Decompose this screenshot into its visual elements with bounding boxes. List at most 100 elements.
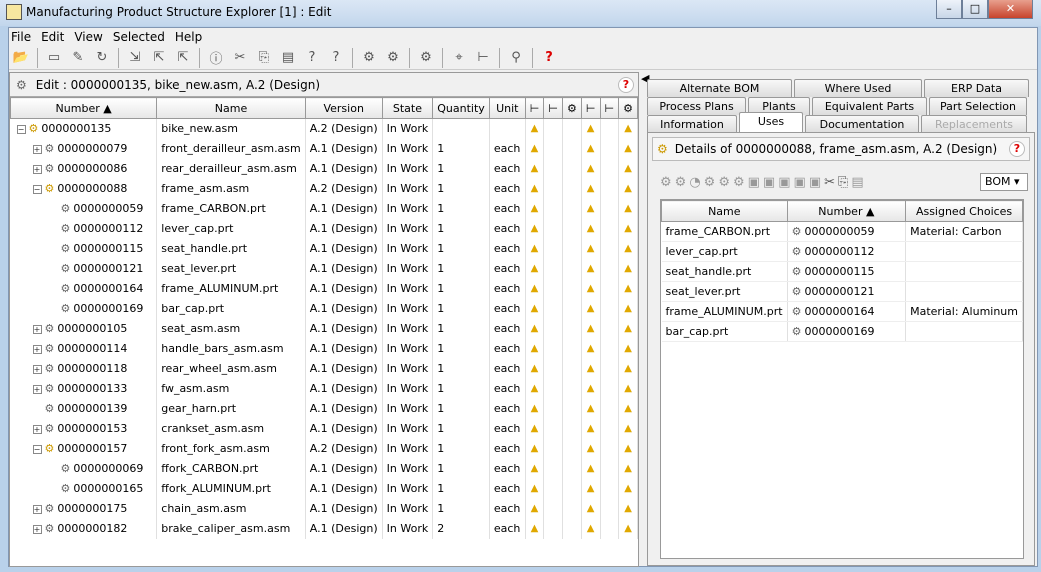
tab-erp-data[interactable]: ERP Data (924, 79, 1029, 97)
table-row[interactable]: bar_cap.prt ⚙ 0000000169 (661, 321, 1023, 342)
expand-toggle[interactable]: + (32, 325, 42, 334)
copy-icon[interactable]: ⎘ (838, 175, 848, 190)
menu-selected[interactable]: Selected (113, 28, 165, 46)
window-icon[interactable]: ▣ (809, 175, 821, 190)
tab-replacements[interactable]: Replacements (921, 115, 1027, 133)
find-icon[interactable]: ⚲ (506, 48, 526, 68)
tab-documentation[interactable]: Documentation (805, 115, 919, 133)
gear-icon[interactable]: ⚙ (704, 175, 716, 190)
table-row[interactable]: + ⚙ 0000000105 seat_asm.asm A.1 (Design) I… (10, 318, 638, 339)
minimize-button[interactable]: – (936, 0, 962, 19)
menu-edit[interactable]: Edit (41, 28, 64, 46)
select-icon[interactable]: ▣ (748, 175, 760, 190)
check-in-icon[interactable]: ⇲ (125, 48, 145, 68)
close-button[interactable]: ✕ (988, 0, 1033, 19)
copy-icon[interactable]: ⎘ (254, 48, 274, 68)
expand-toggle[interactable]: + (32, 345, 42, 354)
gear-icon[interactable]: ⚙ (733, 175, 745, 190)
column-state[interactable]: State (381, 97, 434, 119)
expand-toggle[interactable]: + (32, 165, 42, 174)
table-row[interactable]: + ⚙ 0000000153 crankset_asm.asm A.1 (Desig… (10, 418, 638, 439)
table-row[interactable]: lever_cap.prt ⚙ 0000000112 (661, 241, 1023, 262)
column-name[interactable]: Name (156, 97, 306, 119)
column-quantity[interactable]: Quantity (432, 97, 490, 119)
info-icon[interactable]: ⓘ (206, 48, 226, 68)
expand-toggle[interactable]: + (32, 365, 42, 374)
menu-help[interactable]: Help (175, 28, 202, 46)
help-icon[interactable]: ? (618, 76, 634, 93)
table-row[interactable]: ⚙ 0000000059 frame_CARBON.prt A.1 (Design… (10, 198, 638, 219)
help-box-icon[interactable]: ? (302, 48, 322, 68)
table-row[interactable]: ⚙ 0000000169 bar_cap.prt A.1 (Design) In … (10, 298, 638, 319)
collapse-toggle[interactable]: − (32, 445, 42, 454)
bom-select[interactable]: BOM ▾ (980, 173, 1028, 191)
window-icon[interactable]: ▣ (794, 175, 806, 190)
table-row[interactable]: − ⚙ 0000000157 front_fork_asm.asm A.2 (Des… (10, 438, 638, 459)
table-row[interactable]: − ⚙ 0000000088 frame_asm.asm A.2 (Design) … (10, 178, 638, 199)
table-row[interactable]: ⚙ 0000000164 frame_ALUMINUM.prt A.1 (Desi… (10, 278, 638, 299)
tab-part-selection[interactable]: Part Selection (929, 97, 1027, 115)
open-icon[interactable]: 📂 (11, 48, 31, 68)
table-row[interactable]: ⚙ 0000000165 ffork_ALUMINUM.prt A.1 (Desi… (10, 478, 638, 499)
help-icon[interactable]: ? (1009, 141, 1025, 157)
check-out-icon[interactable]: ⇱ (149, 48, 169, 68)
save-icon[interactable]: ⚙ (416, 48, 436, 68)
column-icon-2[interactable]: ⊢ (543, 97, 564, 119)
maximize-button[interactable]: □ (962, 0, 988, 19)
table-row[interactable]: + ⚙ 0000000118 rear_wheel_asm.asm A.1 (Des… (10, 358, 638, 379)
menu-view[interactable]: View (74, 28, 102, 46)
expand-toggle[interactable]: + (32, 425, 42, 434)
column-number[interactable]: Number ▲ (786, 200, 907, 222)
cut-icon[interactable]: ✂ (230, 48, 250, 68)
replace-icon[interactable]: ⚙ (383, 48, 403, 68)
table-row[interactable]: + ⚙ 0000000079 front_derailleur_asm.asm A.… (10, 138, 638, 159)
tab-process-plans[interactable]: Process Plans (647, 97, 746, 115)
cut-icon[interactable]: ✂ (824, 175, 835, 190)
tab-where-used[interactable]: Where Used (794, 79, 922, 97)
table-row[interactable]: seat_handle.prt ⚙ 0000000115 (661, 261, 1023, 282)
table-row[interactable]: seat_lever.prt ⚙ 0000000121 (661, 281, 1023, 302)
column-icon-6[interactable]: ⚙ (618, 97, 638, 119)
column-unit[interactable]: Unit (488, 97, 526, 119)
table-row[interactable]: ⚙ 0000000121 seat_lever.prt A.1 (Design) … (10, 258, 638, 279)
table-row[interactable]: frame_ALUMINUM.prt ⚙ 0000000164 Material:… (661, 301, 1023, 322)
select-icon[interactable]: ⌖ (449, 48, 469, 68)
table-row[interactable]: + ⚙ 0000000086 rear_derailleur_asm.asm A.1… (10, 158, 638, 179)
table-row[interactable]: + ⚙ 0000000175 chain_asm.asm A.1 (Design) … (10, 498, 638, 519)
column-number[interactable]: Number ▲ (9, 97, 158, 119)
edit-icon[interactable]: ✎ (68, 48, 88, 68)
help-icon[interactable]: ? (539, 48, 559, 68)
column-icon-5[interactable]: ⊢ (599, 97, 620, 119)
gear-icon[interactable]: ⚙ (718, 175, 730, 190)
paste-icon[interactable]: ▤ (851, 175, 863, 190)
insert-icon[interactable]: ⚙ (359, 48, 379, 68)
replace-icon[interactable]: ◔ (689, 175, 700, 190)
table-row[interactable]: ⚙ 0000000112 lever_cap.prt A.1 (Design) I… (10, 218, 638, 239)
remove-icon[interactable]: ⚙ (675, 175, 687, 190)
table-row[interactable]: ⚙ 0000000139 gear_harn.prt A.1 (Design) I… (10, 398, 638, 419)
collapse-toggle[interactable]: − (16, 125, 26, 135)
table-row[interactable]: − ⚙ 0000000135 bike_new.asm A.2 (Design) I… (10, 118, 638, 139)
column-icon-3[interactable]: ⚙ (562, 97, 582, 119)
expand-toggle[interactable]: + (32, 525, 42, 534)
column-icon-4[interactable]: ⊢ (580, 97, 601, 119)
column-version[interactable]: Version (304, 97, 383, 119)
tab-uses[interactable]: Uses (739, 112, 803, 133)
refresh-icon[interactable]: ↻ (92, 48, 112, 68)
table-row[interactable]: + ⚙ 0000000114 handle_bars_asm.asm A.1 (De… (10, 338, 638, 359)
expand-toggle[interactable]: + (32, 505, 42, 514)
table-row[interactable]: + ⚙ 0000000133 fw_asm.asm A.1 (Design) In … (10, 378, 638, 399)
column-assigned-choices[interactable]: Assigned Choices (905, 200, 1023, 222)
tab-alternate-bom[interactable]: Alternate BOM (647, 79, 792, 97)
collapse-toggle[interactable]: − (32, 185, 42, 194)
menu-file[interactable]: File (11, 28, 31, 46)
folder-icon[interactable]: ▭ (44, 48, 64, 68)
column-icon-1[interactable]: ⊢ (524, 97, 545, 119)
tree-icon[interactable]: ⊢ (473, 48, 493, 68)
help-box-icon[interactable]: ? (326, 48, 346, 68)
table-row[interactable]: frame_CARBON.prt ⚙ 0000000059 Material: C… (661, 221, 1023, 242)
select-icon[interactable]: ▣ (778, 175, 790, 190)
expand-toggle[interactable]: + (32, 145, 42, 154)
table-row[interactable]: ⚙ 0000000069 ffork_CARBON.prt A.1 (Design… (10, 458, 638, 479)
undo-checkout-icon[interactable]: ⇱ (173, 48, 193, 68)
